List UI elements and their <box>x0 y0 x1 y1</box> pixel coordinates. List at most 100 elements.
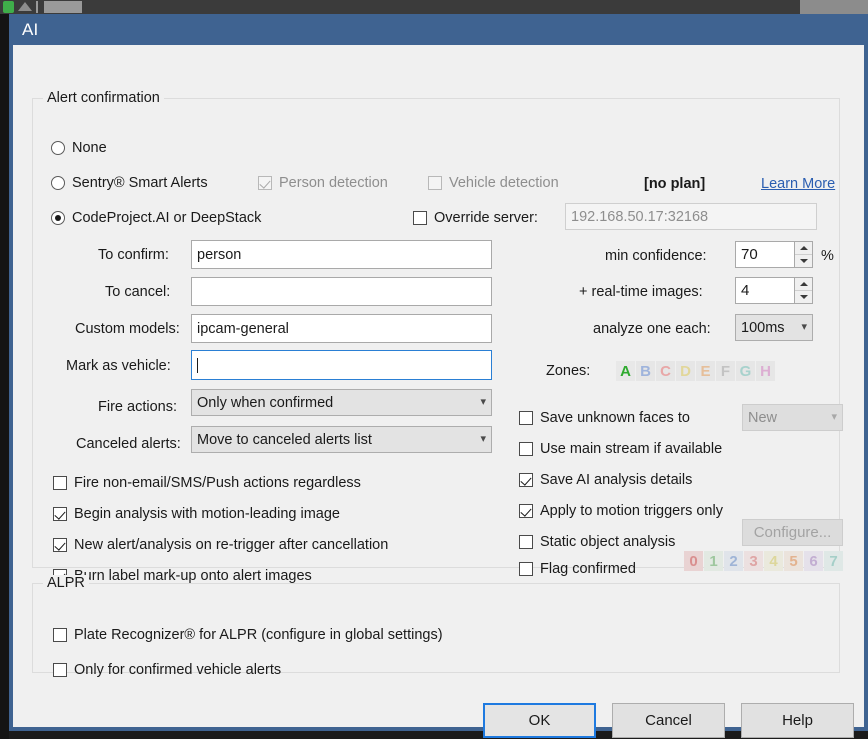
checkbox-plate-recognizer[interactable]: Plate Recognizer® for ALPR (configure in… <box>53 627 443 643</box>
radio-sentry-smart-alerts[interactable]: Sentry® Smart Alerts <box>51 175 208 191</box>
checkbox-save-unknown-faces-box <box>519 411 533 425</box>
checkbox-vehicle-detection-label: Vehicle detection <box>449 175 559 191</box>
zone-tile-e[interactable]: E <box>696 361 715 381</box>
chevron-down-icon: ▾ <box>480 433 486 445</box>
analyze-one-each-value: 100ms <box>741 319 785 336</box>
checkbox-burn-label-label: Burn label mark-up onto alert images <box>74 568 312 584</box>
checkbox-person-detection-label: Person detection <box>279 175 388 191</box>
checkbox-use-main-stream-box <box>519 442 533 456</box>
realtime-images-spinner[interactable]: 4 <box>735 277 813 304</box>
taskbar-triangle-icon <box>18 2 32 11</box>
zone-tile-f[interactable]: F <box>716 361 735 381</box>
checkbox-plate-recognizer-label: Plate Recognizer® for ALPR (configure in… <box>74 627 443 643</box>
checkbox-flag-confirmed-box <box>519 562 533 576</box>
chevron-down-icon: ▾ <box>801 321 807 333</box>
to-cancel-input[interactable] <box>191 277 492 306</box>
flag-tile-5: 5 <box>784 551 803 571</box>
checkbox-apply-motion-triggers[interactable]: Apply to motion triggers only <box>519 503 723 519</box>
checkbox-only-confirmed-vehicle-box <box>53 663 67 677</box>
checkbox-new-alert-retrigger-box <box>53 538 67 552</box>
taskbar-right-panel <box>800 0 868 14</box>
fire-actions-combo[interactable]: Only when confirmed ▾ <box>191 389 492 416</box>
checkbox-static-object-analysis[interactable]: Static object analysis <box>519 534 675 550</box>
arrow-down-icon <box>799 259 808 263</box>
checkbox-save-ai-details[interactable]: Save AI analysis details <box>519 472 692 488</box>
custom-models-input[interactable]: ipcam-general <box>191 314 492 343</box>
checkbox-use-main-stream-label: Use main stream if available <box>540 441 723 457</box>
min-confidence-spin-buttons[interactable] <box>794 241 813 268</box>
taskbar-separator <box>36 1 38 13</box>
flag-tile-0: 0 <box>684 551 703 571</box>
desktop-left-strip <box>0 14 9 739</box>
radio-none-indicator <box>51 141 65 155</box>
mark-as-vehicle-label: Mark as vehicle: <box>66 358 171 374</box>
spin-up-button[interactable] <box>795 242 812 255</box>
spin-up-button[interactable] <box>795 278 812 291</box>
checkbox-new-alert-retrigger[interactable]: New alert/analysis on re-trigger after c… <box>53 537 388 553</box>
taskbar-button <box>44 1 82 13</box>
fire-actions-label: Fire actions: <box>98 399 177 415</box>
zone-tile-b[interactable]: B <box>636 361 655 381</box>
checkbox-apply-motion-triggers-label: Apply to motion triggers only <box>540 503 723 519</box>
zone-tile-d[interactable]: D <box>676 361 695 381</box>
ai-settings-dialog: AI Alert confirmation None Sentry® Smart… <box>9 14 868 738</box>
chevron-down-icon: ▾ <box>480 396 486 408</box>
realtime-images-value[interactable]: 4 <box>735 277 794 304</box>
checkbox-apply-motion-triggers-box <box>519 504 533 518</box>
zone-tile-c[interactable]: C <box>656 361 675 381</box>
cancel-button[interactable]: Cancel <box>612 703 725 738</box>
flag-tile-2: 2 <box>724 551 743 571</box>
checkbox-save-unknown-faces-label: Save unknown faces to <box>540 410 690 426</box>
checkbox-only-confirmed-vehicle[interactable]: Only for confirmed vehicle alerts <box>53 662 281 678</box>
configure-button: Configure... <box>742 519 843 546</box>
checkbox-override-server[interactable]: Override server: <box>413 210 538 226</box>
arrow-up-icon <box>799 282 808 286</box>
min-confidence-spinner[interactable]: 70 <box>735 241 813 268</box>
checkbox-save-ai-details-label: Save AI analysis details <box>540 472 693 488</box>
no-plan-text: [no plan] <box>644 176 706 192</box>
flag-tile-4: 4 <box>764 551 783 571</box>
analyze-one-each-label: analyze one each: <box>593 321 711 337</box>
radio-sentry-indicator <box>51 176 65 190</box>
dialog-client-area: Alert confirmation None Sentry® Smart Al… <box>13 45 864 738</box>
dialog-title-bar[interactable]: AI <box>13 14 864 45</box>
canceled-alerts-label: Canceled alerts: <box>76 436 181 452</box>
checkbox-person-detection-box <box>258 176 272 190</box>
mark-as-vehicle-input[interactable] <box>191 350 492 380</box>
radio-none[interactable]: None <box>51 140 107 156</box>
checkbox-begin-analysis[interactable]: Begin analysis with motion-leading image <box>53 506 340 522</box>
ok-button[interactable]: OK <box>483 703 596 738</box>
checkbox-fire-non-email-box <box>53 476 67 490</box>
checkbox-begin-analysis-box <box>53 507 67 521</box>
analyze-one-each-combo[interactable]: 100ms ▾ <box>735 314 813 341</box>
checkbox-flag-confirmed[interactable]: Flag confirmed <box>519 561 636 577</box>
canceled-alerts-combo[interactable]: Move to canceled alerts list ▾ <box>191 426 492 453</box>
to-confirm-label: To confirm: <box>98 247 169 263</box>
dialog-title: AI <box>22 20 39 39</box>
to-confirm-input[interactable]: person <box>191 240 492 269</box>
background-taskbar <box>0 0 868 14</box>
zones-tiles[interactable]: ABCDEFGH <box>616 361 776 381</box>
checkbox-fire-non-email[interactable]: Fire non-email/SMS/Push actions regardle… <box>53 475 361 491</box>
flag-confirmed-tiles: 01234567 <box>684 551 844 571</box>
radio-codeproject-deepstack[interactable]: CodeProject.AI or DeepStack <box>51 210 261 226</box>
spin-down-button[interactable] <box>795 291 812 303</box>
checkbox-burn-label[interactable]: Burn label mark-up onto alert images <box>53 568 312 584</box>
zone-tile-a[interactable]: A <box>616 361 635 381</box>
spin-down-button[interactable] <box>795 255 812 267</box>
checkbox-save-unknown-faces[interactable]: Save unknown faces to <box>519 410 690 426</box>
arrow-down-icon <box>799 295 808 299</box>
zone-tile-h[interactable]: H <box>756 361 775 381</box>
zone-tile-g[interactable]: G <box>736 361 755 381</box>
checkbox-use-main-stream[interactable]: Use main stream if available <box>519 441 722 457</box>
learn-more-link[interactable]: Learn More <box>761 176 835 192</box>
flag-tile-7: 7 <box>824 551 843 571</box>
checkbox-static-object-analysis-label: Static object analysis <box>540 534 676 550</box>
to-cancel-label: To cancel: <box>105 284 171 300</box>
min-confidence-value[interactable]: 70 <box>735 241 794 268</box>
radio-none-label: None <box>72 140 107 156</box>
chevron-down-icon: ▾ <box>831 411 837 423</box>
realtime-images-spin-buttons[interactable] <box>794 277 813 304</box>
fire-actions-value: Only when confirmed <box>197 394 334 411</box>
help-button[interactable]: Help <box>741 703 854 738</box>
